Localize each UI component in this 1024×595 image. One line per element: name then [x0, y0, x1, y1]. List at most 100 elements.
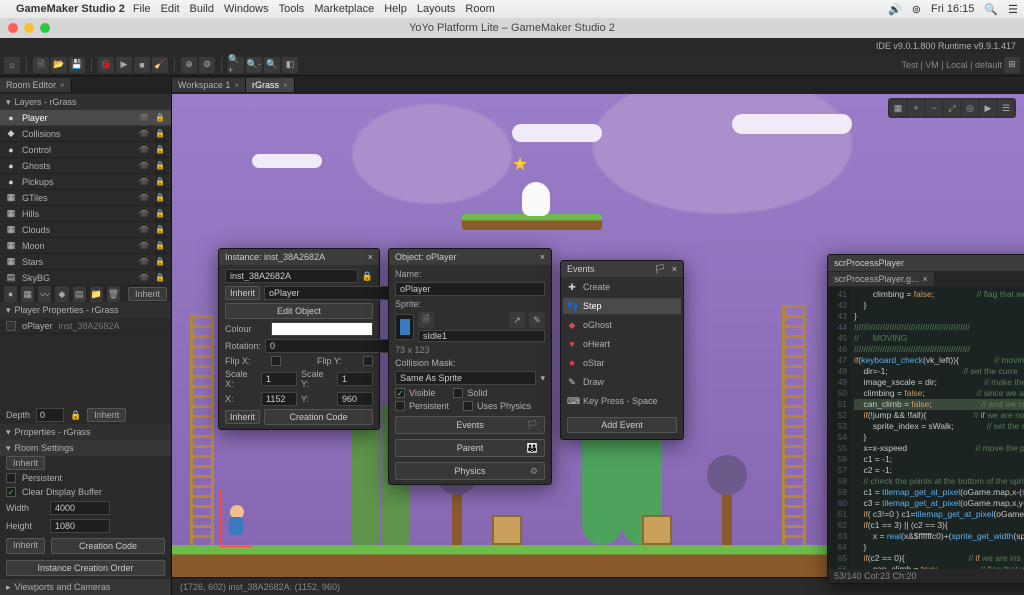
scaley-input[interactable]: [337, 372, 373, 386]
physics-checkbox[interactable]: [463, 401, 473, 411]
object-name-input[interactable]: [395, 282, 545, 296]
new-sprite-button[interactable]: 🗎: [418, 312, 434, 328]
menu-marketplace[interactable]: Marketplace: [314, 3, 374, 15]
lock-icon[interactable]: 🔒: [155, 113, 165, 122]
layer-row-moon[interactable]: ▦Moon👁🔒: [0, 238, 171, 254]
debug-button[interactable]: 🐞: [98, 57, 114, 73]
lock-icon[interactable]: 🔒: [155, 129, 165, 138]
layer-row-skybg[interactable]: ▤SkyBG👁🔒: [0, 270, 171, 286]
sprite-select[interactable]: [418, 330, 545, 342]
visibility-icon[interactable]: 👁: [139, 257, 149, 266]
layer-row-player[interactable]: ●Player👁🔒: [0, 110, 171, 126]
room-creation-code-button[interactable]: Creation Code: [51, 538, 165, 554]
ide-user-status[interactable]: Test | VM | Local | default: [901, 60, 1002, 70]
menu-file[interactable]: File: [133, 3, 151, 15]
props-inherit-button[interactable]: Inherit: [6, 538, 45, 554]
workspace-tab-rgrass[interactable]: rGrass×: [246, 78, 295, 92]
zoom-in-button[interactable]: 🔍+: [228, 57, 244, 73]
events-panel[interactable]: Events🏳× ✚Create👣Step◆oGhost♥oHeart★oSta…: [560, 260, 684, 440]
stop-button[interactable]: ■: [134, 57, 150, 73]
layer-row-clouds[interactable]: ▦Clouds👁🔒: [0, 222, 171, 238]
add-folder-button[interactable]: 📁: [90, 286, 103, 302]
room-width-input[interactable]: [50, 501, 110, 515]
add-bg-layer-button[interactable]: ▤: [73, 286, 86, 302]
visibility-icon[interactable]: 👁: [139, 241, 149, 250]
inst-inherit-button[interactable]: Inherit: [225, 286, 260, 300]
visibility-icon[interactable]: 👁: [139, 113, 149, 122]
instance-panel[interactable]: Instance: inst_38A2682A× 🔒 Inherit⋯ Edit…: [218, 248, 380, 430]
close-icon[interactable]: ×: [60, 81, 65, 90]
event-row-oghost[interactable]: ◆oGhost: [563, 317, 681, 333]
selection-box[interactable]: [220, 489, 252, 547]
clear-display-checkbox[interactable]: [6, 487, 16, 497]
home-button[interactable]: ⌂: [4, 57, 20, 73]
menu-room[interactable]: Room: [465, 3, 494, 15]
layers-toggle-icon[interactable]: ☰: [998, 100, 1014, 116]
visibility-icon[interactable]: 👁: [139, 129, 149, 138]
layer-row-pickups[interactable]: ●Pickups👁🔒: [0, 174, 171, 190]
open-button[interactable]: 📂: [51, 57, 67, 73]
lock-icon[interactable]: 🔒: [155, 161, 165, 170]
flipx-checkbox[interactable]: [271, 356, 281, 366]
lock-icon[interactable]: 🔒: [155, 241, 165, 250]
save-button[interactable]: 💾: [69, 57, 85, 73]
dropdown-icon[interactable]: ▾: [540, 373, 545, 384]
properties-header[interactable]: ▾ Properties - rGrass: [0, 424, 171, 440]
target-button[interactable]: ⊕: [181, 57, 197, 73]
visibility-icon[interactable]: 👁: [139, 161, 149, 170]
visibility-icon[interactable]: 👁: [139, 273, 149, 282]
event-row-ostar[interactable]: ★oStar: [563, 355, 681, 371]
menu-help[interactable]: Help: [384, 3, 407, 15]
event-row-create[interactable]: ✚Create: [563, 279, 681, 295]
depth-input[interactable]: [36, 408, 64, 422]
clean-button[interactable]: 🧹: [152, 57, 168, 73]
code-editor[interactable]: 4142434445464748495051525354555657585960…: [828, 287, 1024, 569]
lock-icon[interactable]: 🔒: [155, 177, 165, 186]
grid-button[interactable]: ▦: [890, 100, 906, 116]
layer-row-ghosts[interactable]: ●Ghosts👁🔒: [0, 158, 171, 174]
layers-header[interactable]: ▾ Layers - rGrass: [0, 94, 171, 110]
checkbox-icon[interactable]: [6, 321, 16, 331]
add-tile-layer-button[interactable]: ▦: [21, 286, 34, 302]
colour-swatch[interactable]: [271, 322, 373, 336]
visibility-icon[interactable]: 👁: [139, 177, 149, 186]
instance-object-input[interactable]: [264, 286, 391, 300]
layer-row-hills[interactable]: ▦Hills👁🔒: [0, 206, 171, 222]
player-props-header[interactable]: ▾ Player Properties - rGrass: [0, 302, 171, 318]
add-instance-layer-button[interactable]: ●: [4, 286, 17, 302]
mask-select[interactable]: [395, 371, 536, 385]
code-panel[interactable]: scrProcessPlayer—◻× scrProcessPlayer.g..…: [827, 254, 1024, 584]
room-inherit-button[interactable]: Inherit: [6, 456, 45, 470]
zoom-out-button[interactable]: 🔍-: [246, 57, 262, 73]
event-row-oheart[interactable]: ♥oHeart: [563, 336, 681, 352]
layer-row-gtiles[interactable]: ▦GTiles👁🔒: [0, 190, 171, 206]
inst-creation-code-button[interactable]: Creation Code: [264, 409, 373, 425]
zoom-out-icon[interactable]: −: [926, 100, 942, 116]
scalex-input[interactable]: [261, 372, 297, 386]
edit-sprite-button[interactable]: ✎: [529, 312, 545, 328]
event-row-key-press---space[interactable]: ⌨Key Press - Space: [563, 393, 681, 409]
workspace-tab-1[interactable]: Workspace 1×: [172, 78, 246, 92]
add-path-layer-button[interactable]: 〰: [38, 286, 51, 302]
visibility-icon[interactable]: 👁: [139, 225, 149, 234]
inst-inherit2-button[interactable]: Inherit: [225, 410, 260, 424]
events-section-button[interactable]: Events🏳: [395, 416, 545, 434]
viewports-header[interactable]: ▸ Viewports and Cameras: [0, 579, 171, 595]
event-row-draw[interactable]: ✎Draw: [563, 374, 681, 390]
x-input[interactable]: [261, 392, 297, 406]
app-name[interactable]: GameMaker Studio 2: [16, 3, 125, 15]
lock-icon[interactable]: 🔒: [155, 193, 165, 202]
layer-row-collisions[interactable]: ◆Collisions👁🔒: [0, 126, 171, 142]
persistent-checkbox[interactable]: [6, 473, 16, 483]
add-asset-layer-button[interactable]: ◆: [55, 286, 68, 302]
new-button[interactable]: 🗎: [33, 57, 49, 73]
player-instance-row[interactable]: oPlayer inst_38A2682A: [0, 318, 171, 334]
close-icon[interactable]: ×: [923, 274, 928, 284]
event-row-step[interactable]: 👣Step: [563, 298, 681, 314]
room-editor-tab[interactable]: Room Editor×: [0, 78, 72, 92]
config-button[interactable]: ⚙: [199, 57, 215, 73]
sprite-preview[interactable]: [395, 314, 414, 340]
add-event-button[interactable]: Add Event: [567, 417, 677, 433]
lock-icon[interactable]: 🔒: [155, 145, 165, 154]
menu-edit[interactable]: Edit: [161, 3, 180, 15]
